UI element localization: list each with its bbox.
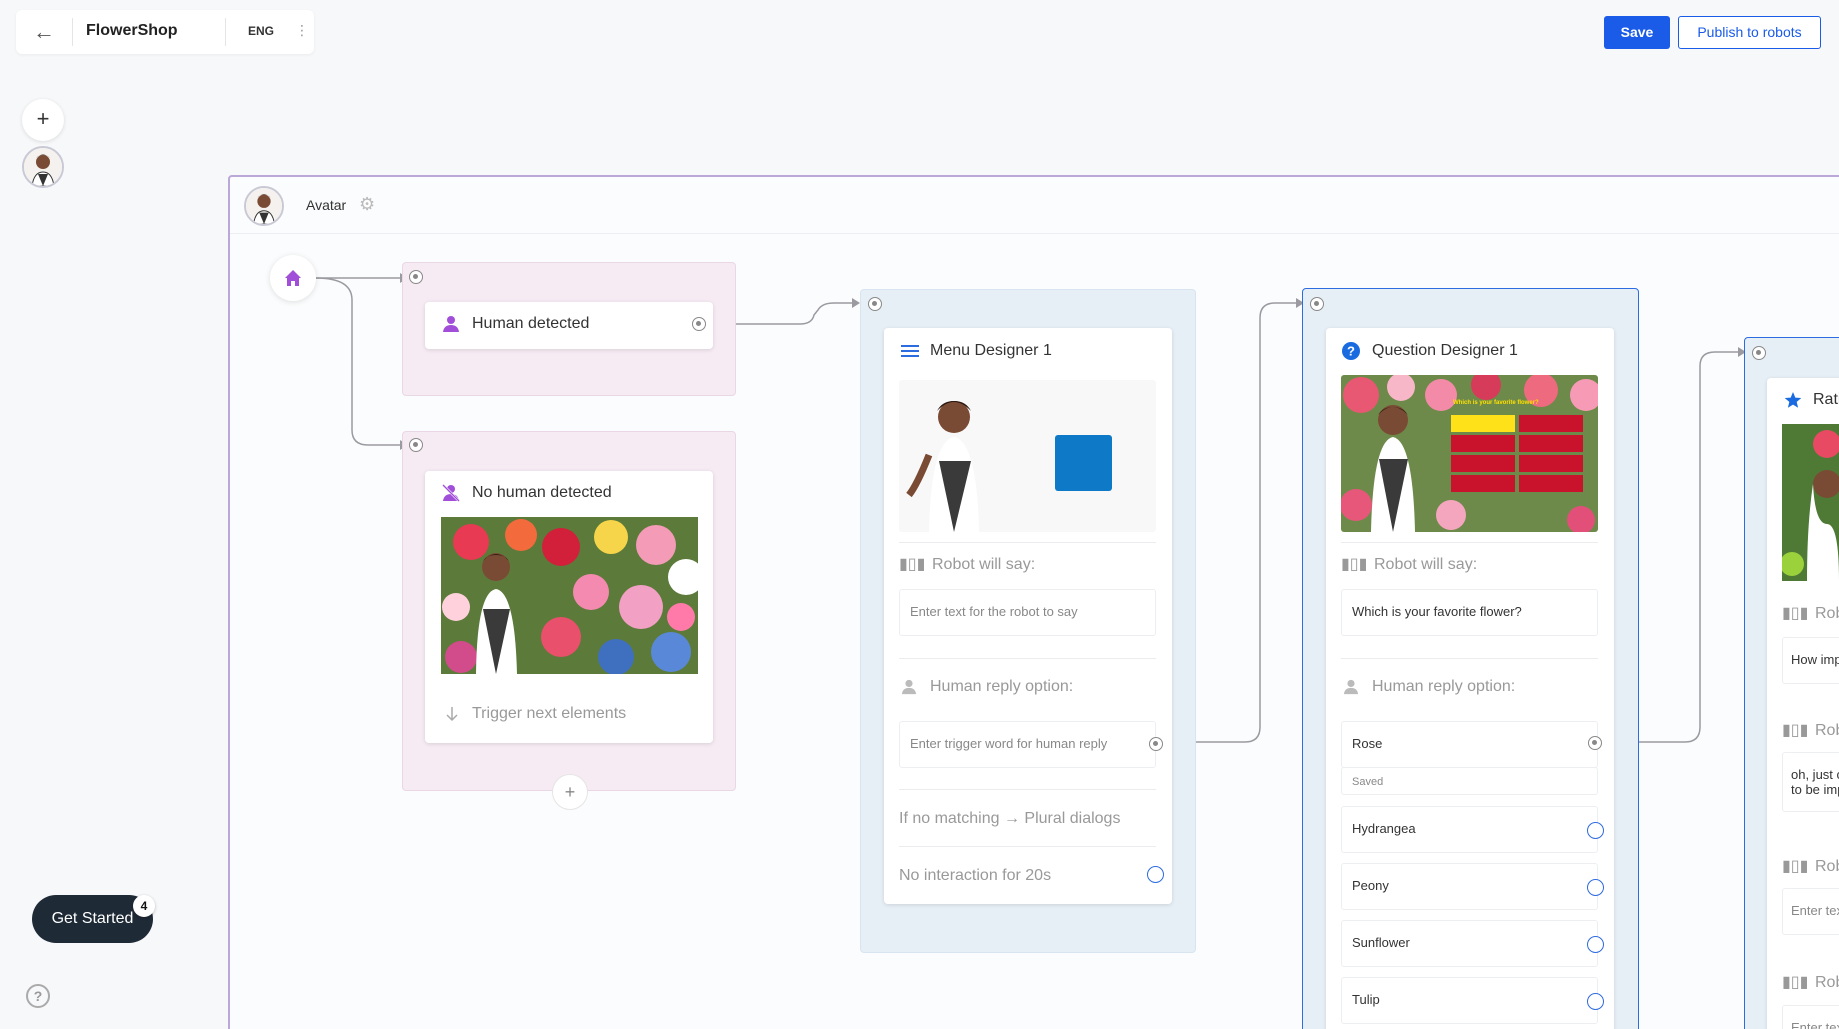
option-radio[interactable]: [1587, 936, 1604, 953]
robot-will-say-label: Rob: [1815, 605, 1839, 622]
reply-option-peony[interactable]: Peony: [1341, 863, 1598, 910]
output-port[interactable]: [1149, 737, 1163, 751]
rating-designer-title: Rati: [1813, 391, 1839, 408]
voice-wave-icon: ▮▯▮: [1782, 720, 1809, 739]
robot-will-say-label: Rob: [1815, 974, 1839, 991]
answer-tile: [1519, 415, 1583, 432]
robot-say-input[interactable]: Enter tex: [1782, 888, 1839, 935]
option-radio[interactable]: [1587, 822, 1604, 839]
robot-say-input[interactable]: Enter tex: [1782, 1005, 1839, 1029]
saved-status: Saved: [1341, 767, 1598, 795]
voice-wave-icon: ▮▯▮: [1782, 603, 1809, 622]
robot-will-say-label: Robot will say:: [1374, 556, 1478, 573]
no-interaction-label: No interaction for 20s: [899, 867, 1052, 884]
no-match-link[interactable]: If no matching → Plural dialogs: [899, 810, 1120, 828]
answer-tile: [1519, 455, 1583, 472]
output-port[interactable]: [692, 317, 706, 331]
human-reply-label: Human reply option:: [1372, 678, 1516, 695]
question-preview: Which is your favorite flower?: [1341, 375, 1598, 532]
reply-option-rose[interactable]: Rose: [1341, 721, 1598, 768]
menu-designer-title: Menu Designer 1: [930, 342, 1052, 359]
answer-tile: [1451, 475, 1515, 492]
home-node[interactable]: [270, 255, 316, 301]
answer-tile: [1451, 435, 1515, 452]
person-icon: [443, 316, 459, 332]
home-icon: [285, 270, 301, 286]
flower-shop-image: [441, 517, 698, 674]
voice-wave-icon: ▮▯▮: [1782, 856, 1809, 875]
input-port[interactable]: [409, 270, 423, 284]
arrow-down-icon: [446, 707, 458, 722]
human-reply-label: Human reply option:: [930, 678, 1074, 695]
divider: [1341, 542, 1598, 543]
robot-say-input[interactable]: Enter text for the robot to say: [899, 589, 1156, 636]
divider: [899, 658, 1156, 659]
human-detected-label: Human detected: [472, 315, 590, 332]
image-question-text: Which is your favorite flower?: [1453, 400, 1539, 406]
add-trigger-button[interactable]: +: [552, 774, 588, 810]
voice-wave-icon: ▮▯▮: [1782, 972, 1809, 991]
robot-say-input[interactable]: How imp: [1782, 637, 1839, 684]
avatar-figure-image: [906, 401, 979, 532]
answer-tile: [1451, 415, 1515, 432]
robot-say-input[interactable]: Which is your favorite flower?: [1341, 589, 1598, 636]
person-icon: [1343, 679, 1359, 695]
divider: [1341, 658, 1598, 659]
robot-will-say-label: Rob: [1815, 722, 1839, 739]
answer-tile: [1519, 435, 1583, 452]
input-port[interactable]: [868, 297, 882, 311]
robot-will-say-label: Robot will say:: [932, 556, 1036, 573]
response-text-line: oh, just c: [1791, 767, 1839, 782]
menu-icon: [901, 345, 919, 357]
no-person-icon: [442, 484, 460, 502]
star-icon: [1784, 392, 1802, 408]
robot-say-input[interactable]: oh, just c to be imp: [1782, 752, 1839, 812]
flower-question-image: [1341, 375, 1598, 532]
person-icon: [901, 679, 917, 695]
answer-tile: [1451, 455, 1515, 472]
reply-option-sunflower[interactable]: Sunflower: [1341, 920, 1598, 967]
answer-tile: [1519, 475, 1583, 492]
svg-text:?: ?: [1347, 344, 1355, 359]
option-radio[interactable]: [1587, 879, 1604, 896]
divider: [899, 542, 1156, 543]
voice-wave-icon: ▮▯▮: [1341, 554, 1368, 573]
reply-option-hydrangea[interactable]: Hydrangea: [1341, 806, 1598, 853]
trigger-next-elements-label: Trigger next elements: [472, 705, 627, 722]
output-port[interactable]: [1588, 736, 1602, 750]
divider: [899, 846, 1156, 847]
option-radio[interactable]: [1587, 993, 1604, 1010]
voice-wave-icon: ▮▯▮: [899, 554, 926, 573]
no-interaction-radio[interactable]: [1147, 866, 1164, 883]
rating-image: [1782, 424, 1839, 581]
human-reply-input[interactable]: Enter trigger word for human reply: [899, 721, 1156, 768]
menu-option-tile[interactable]: [1055, 435, 1112, 491]
question-icon: ?: [1342, 342, 1360, 360]
robot-will-say-label: Rob: [1815, 858, 1839, 875]
input-port[interactable]: [409, 438, 423, 452]
divider: [899, 789, 1156, 790]
no-human-detected-label: No human detected: [472, 484, 612, 501]
input-port[interactable]: [1310, 297, 1324, 311]
input-port[interactable]: [1752, 346, 1766, 360]
question-designer-title: Question Designer 1: [1372, 342, 1518, 359]
reply-option-tulip[interactable]: Tulip: [1341, 977, 1598, 1024]
response-text-line: to be imp: [1791, 782, 1839, 797]
